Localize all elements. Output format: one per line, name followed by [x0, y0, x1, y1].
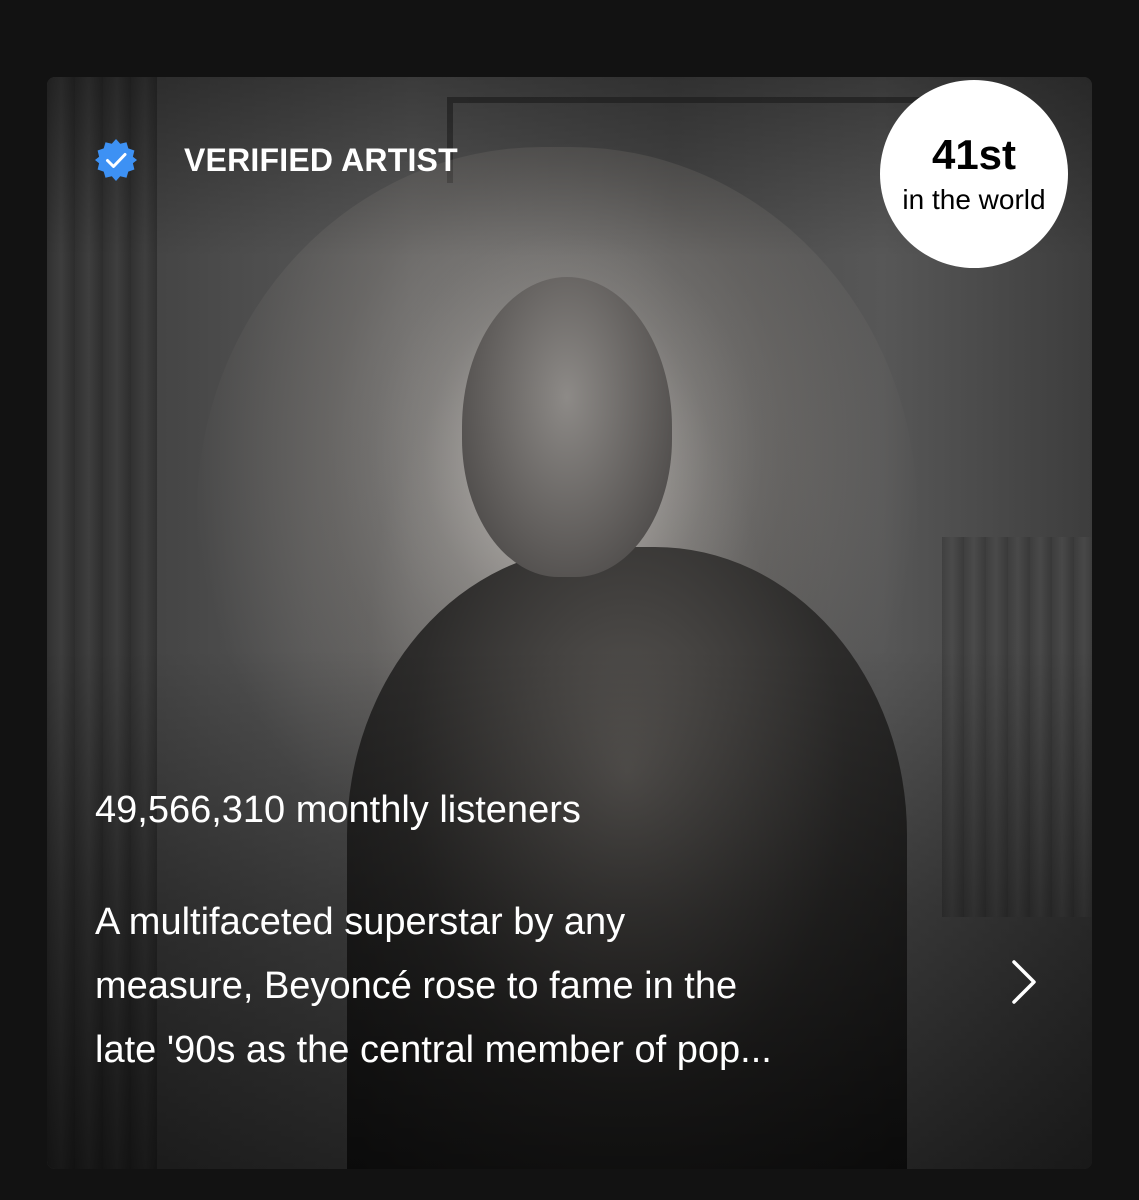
- chevron-right-icon[interactable]: [1009, 957, 1039, 1007]
- world-rank-badge: 41st in the world: [880, 80, 1068, 268]
- artist-photo-face: [462, 277, 672, 577]
- world-rank-caption: in the world: [902, 184, 1046, 215]
- verified-artist-row: VERIFIED ARTIST: [94, 134, 458, 186]
- world-rank-number: 41st: [931, 131, 1017, 178]
- artist-about-card[interactable]: VERIFIED ARTIST 41st in the world 49,566…: [47, 77, 1092, 1169]
- verified-badge-icon: [95, 139, 137, 181]
- verified-artist-label: VERIFIED ARTIST: [184, 141, 458, 178]
- bio-line: A multifaceted superstar by any: [95, 901, 626, 943]
- artist-bio[interactable]: A multifaceted superstar by any measure,…: [95, 890, 955, 1082]
- monthly-listeners: 49,566,310 monthly listeners: [95, 789, 581, 831]
- bio-line: late '90s as the central member of pop..…: [95, 1029, 772, 1071]
- bio-line: measure, Beyoncé rose to fame in the: [95, 965, 738, 1007]
